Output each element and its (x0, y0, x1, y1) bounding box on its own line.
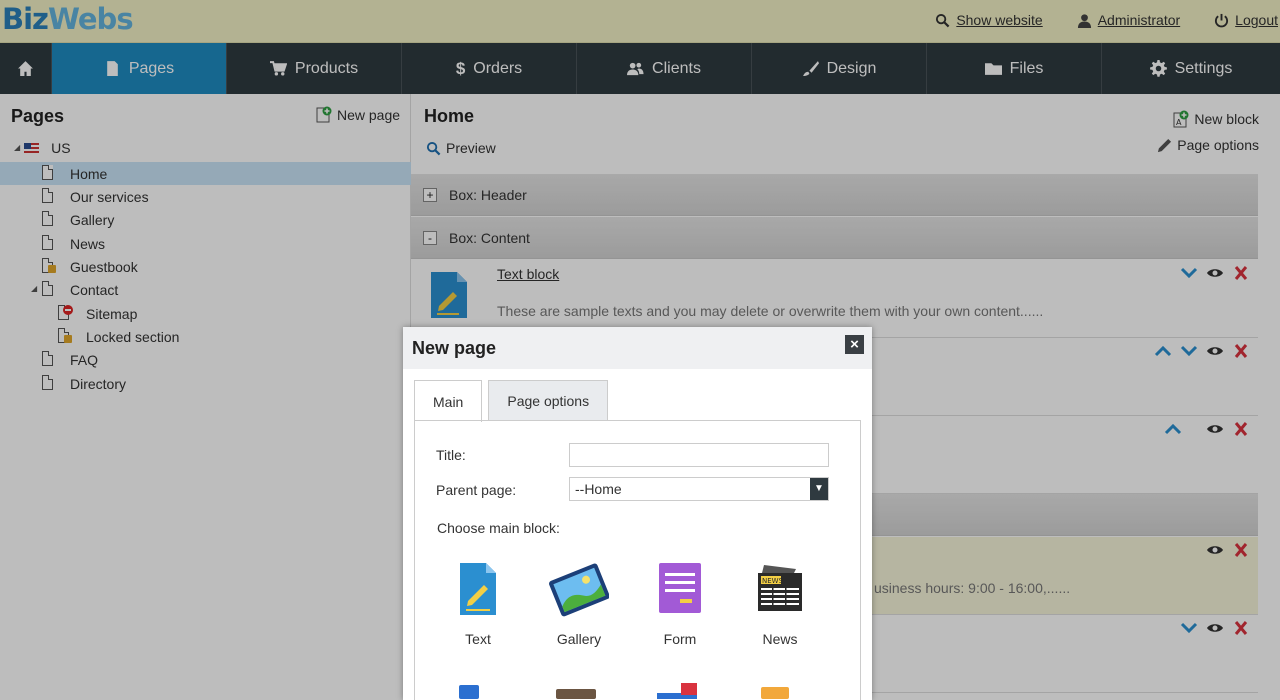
block-option-icon-partial (657, 683, 705, 699)
choose-block-label: Choose main block: (437, 520, 560, 536)
block-option-gallery[interactable]: Gallery (539, 559, 619, 647)
form-icon (659, 563, 701, 613)
dialog-panel: Title: Parent page: --Home ▼ Choose main… (414, 420, 861, 700)
dialog-tabs: Main Page options (414, 380, 609, 422)
block-option-text[interactable]: Text (438, 559, 518, 647)
dialog-header: New page × (403, 327, 872, 369)
parent-page-label: Parent page: (436, 482, 517, 498)
new-page-dialog: New page × Main Page options Title: Pare… (403, 327, 872, 700)
block-option-icon-partial (761, 687, 789, 699)
svg-text:NEWS: NEWS (762, 577, 784, 585)
dialog-title: New page (412, 338, 497, 358)
gallery-icon (549, 563, 609, 617)
text-block-icon (460, 563, 496, 615)
tab-main[interactable]: Main (414, 380, 483, 422)
news-icon: NEWS (758, 565, 802, 611)
tab-page-options[interactable]: Page options (488, 380, 609, 421)
close-button[interactable]: × (845, 335, 864, 354)
title-label: Title: (436, 447, 466, 463)
parent-page-select[interactable]: --Home ▼ (569, 477, 829, 501)
block-option-news[interactable]: NEWS News (740, 559, 820, 647)
title-input[interactable] (569, 443, 829, 467)
block-option-icon-partial (459, 685, 479, 699)
block-option-form[interactable]: Form (640, 559, 720, 647)
chevron-down-icon: ▼ (810, 478, 828, 500)
block-option-icon-partial (556, 689, 596, 699)
